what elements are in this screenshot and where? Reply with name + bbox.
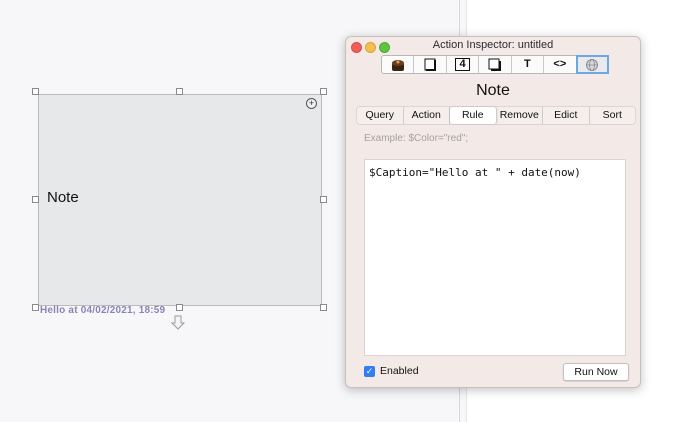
tab-action[interactable]: Action bbox=[404, 107, 450, 124]
inspector-tabs: Query Action Rule Remove Edict Sort bbox=[356, 106, 636, 125]
example-placeholder: Example: $Color="red"; bbox=[364, 133, 469, 144]
resize-handle-top-left[interactable] bbox=[32, 88, 39, 95]
resize-handle-middle-right[interactable] bbox=[320, 196, 327, 203]
enabled-label: Enabled bbox=[380, 365, 419, 377]
resize-handle-top-center[interactable] bbox=[176, 88, 183, 95]
globe-icon[interactable] bbox=[575, 55, 609, 74]
rule-code-editor[interactable]: $Caption="Hello at " + date(now) bbox=[364, 159, 626, 356]
window-title: Action Inspector: untitled bbox=[432, 39, 554, 51]
tab-remove[interactable]: Remove bbox=[497, 107, 543, 124]
resize-handle-bottom-center[interactable] bbox=[176, 304, 183, 311]
square-icon[interactable] bbox=[414, 56, 447, 73]
shadow-square-icon[interactable] bbox=[479, 56, 512, 73]
resize-handle-middle-left[interactable] bbox=[32, 196, 39, 203]
tab-edict[interactable]: Edict bbox=[543, 107, 590, 124]
drag-arrow-icon[interactable] bbox=[170, 315, 186, 331]
code-brackets-icon[interactable]: <> bbox=[544, 56, 577, 73]
tab-sort[interactable]: Sort bbox=[590, 107, 636, 124]
canvas-note[interactable]: Note + bbox=[38, 94, 322, 306]
enabled-checkbox[interactable]: ✓ bbox=[364, 365, 375, 377]
tab-query[interactable]: Query bbox=[357, 107, 404, 124]
enabled-checkbox-group[interactable]: ✓ Enabled bbox=[364, 364, 419, 378]
resize-handle-bottom-left[interactable] bbox=[32, 304, 39, 311]
resize-handle-bottom-right[interactable] bbox=[320, 304, 327, 311]
tab-rule[interactable]: Rule bbox=[450, 107, 497, 124]
note-title: Note bbox=[47, 189, 79, 206]
text-t-icon[interactable]: T bbox=[512, 56, 545, 73]
inspector-toolbar: 4 T <> bbox=[381, 55, 609, 74]
chocolate-icon[interactable] bbox=[382, 56, 415, 73]
expand-plus-icon[interactable]: + bbox=[306, 98, 317, 109]
resize-handle-top-right[interactable] bbox=[320, 88, 327, 95]
number-four-icon[interactable]: 4 bbox=[447, 56, 480, 73]
inspector-title: Note bbox=[476, 82, 510, 99]
run-now-button[interactable]: Run Now bbox=[563, 363, 629, 381]
number-four-label: 4 bbox=[455, 58, 470, 71]
action-inspector-window[interactable]: Action Inspector: untitled 4 T <> Note Q… bbox=[345, 36, 641, 388]
title-bar[interactable]: Action Inspector: untitled bbox=[346, 37, 640, 54]
note-caption: Hello at 04/02/2021, 18:59 bbox=[40, 305, 166, 316]
